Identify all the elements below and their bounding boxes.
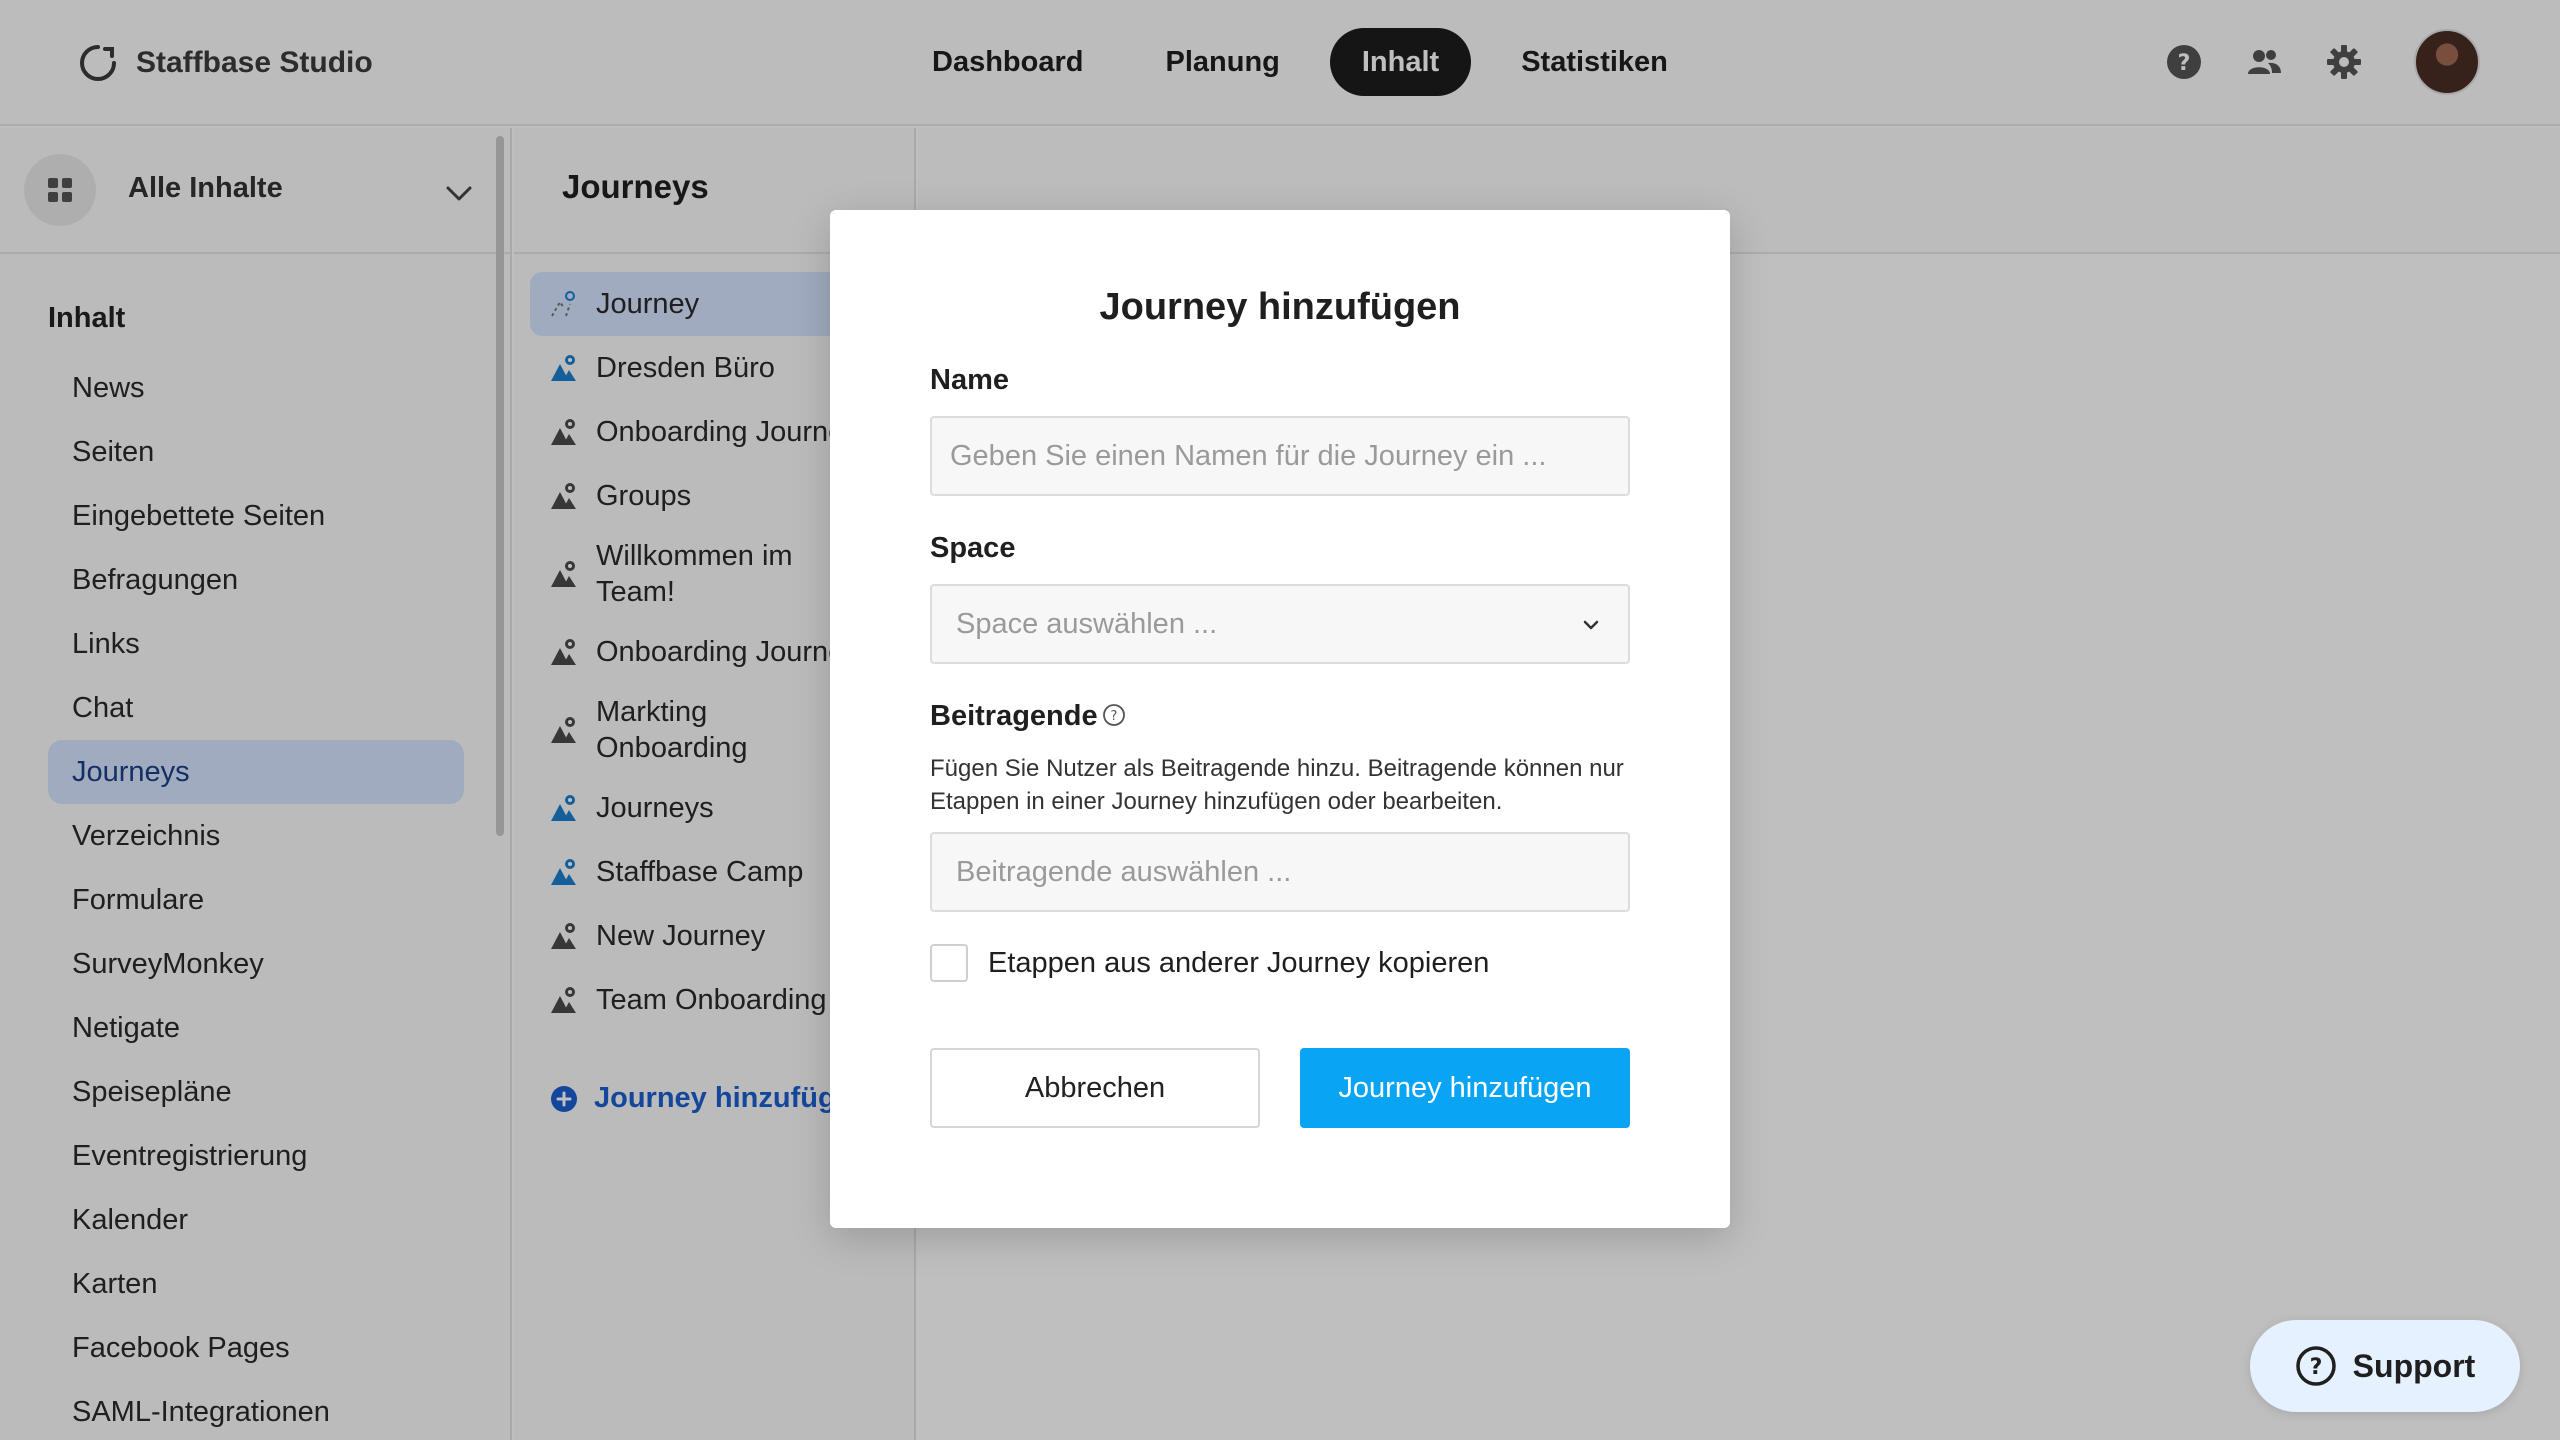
question-circle-icon: ? — [2295, 1346, 2336, 1386]
app-root: Staffbase Studio Dashboard Planung Inhal… — [0, 0, 2560, 1440]
copy-stages-option[interactable]: Etappen aus anderer Journey kopieren — [930, 944, 1489, 982]
contributors-select[interactable]: Beitragende auswählen ... — [930, 832, 1630, 912]
add-journey-dialog: Journey hinzufügen Name Space Space ausw… — [830, 210, 1730, 1228]
name-label: Name — [930, 364, 1009, 396]
space-select-placeholder: Space auswählen ... — [956, 607, 1218, 640]
copy-stages-checkbox[interactable] — [930, 944, 968, 982]
svg-text:?: ? — [1111, 709, 1118, 724]
contributors-hint: Fügen Sie Nutzer als Beitragende hinzu. … — [930, 755, 1624, 815]
space-label: Space — [930, 532, 1016, 564]
svg-text:?: ? — [2309, 1355, 2322, 1380]
name-input[interactable] — [930, 416, 1630, 496]
info-help-icon[interactable]: ? — [1102, 703, 1126, 727]
space-select[interactable]: Space auswählen ... — [930, 584, 1630, 664]
contributors-select-placeholder: Beitragende auswählen ... — [956, 855, 1292, 888]
contributors-label: Beitragende — [930, 700, 1098, 732]
chevron-down-icon — [1583, 620, 1599, 630]
cancel-button[interactable]: Abbrechen — [930, 1048, 1260, 1128]
support-label: Support — [2352, 1347, 2476, 1384]
dialog-title: Journey hinzufügen — [1099, 286, 1461, 328]
support-button[interactable]: ? Support — [2250, 1320, 2520, 1412]
add-journey-button[interactable]: Journey hinzufügen — [1300, 1048, 1630, 1128]
copy-stages-label: Etappen aus anderer Journey kopieren — [988, 946, 1490, 979]
